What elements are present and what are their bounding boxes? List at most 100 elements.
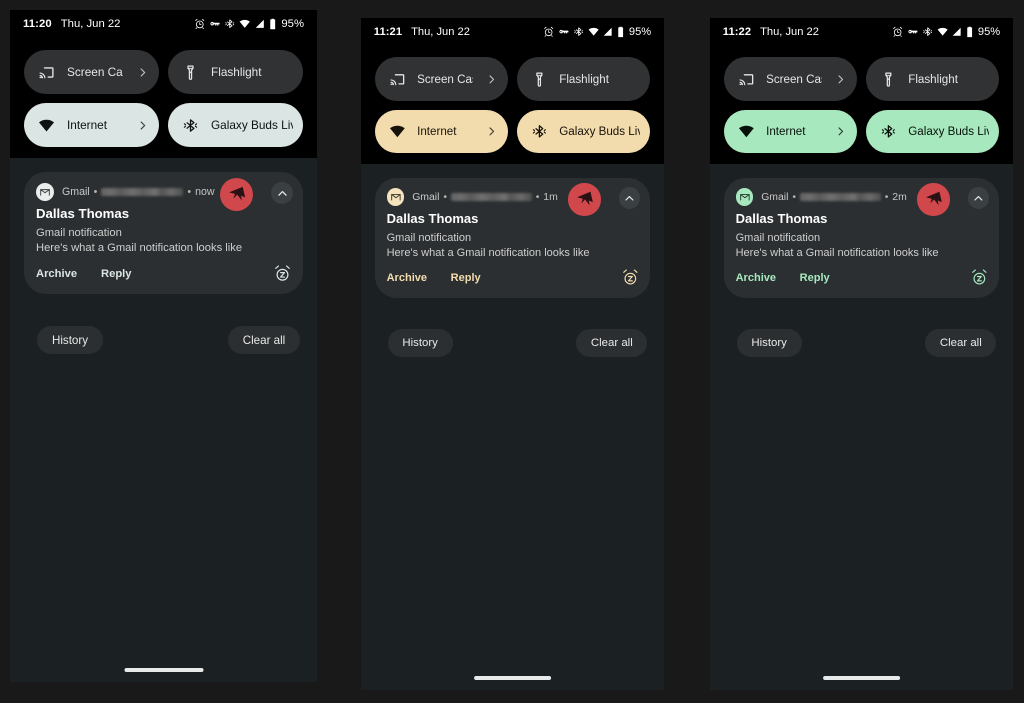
status-bluetooth-icon [224,18,236,30]
notification-card[interactable]: Gmail • • 1m Dallas Thomas Gmail notific… [374,177,651,298]
gesture-navigation-bar[interactable] [124,668,203,672]
qs-tile-internet[interactable]: Internet [374,109,509,153]
notification-separator-1: • [443,191,448,203]
clear-all-button[interactable]: Clear all [228,326,300,354]
status-signal-icon [951,26,962,37]
history-button[interactable]: History [736,329,802,357]
notification-expand-button[interactable] [271,182,293,204]
status-time: 11:20 [23,18,52,30]
qs-tile-screen-cast[interactable]: Screen Cast [374,57,509,101]
notification-header: Gmail • • 2m [735,188,907,207]
notification-line-2: Here's what a Gmail notification looks l… [386,246,590,259]
notification-card[interactable]: Gmail • • now Dallas Thomas Gmail notifi… [24,172,303,294]
gmail-app-icon [36,183,54,201]
status-vpn-key-icon [907,26,918,37]
notification-action-archive[interactable]: Archive [736,272,776,284]
notification-header: Gmail • • 1m [386,188,558,207]
battery-percent: 95% [281,18,304,30]
bluetooth-icon [531,123,548,140]
status-alarm-icon [892,26,903,37]
qs-tile-galaxy-buds-liv[interactable]: Galaxy Buds Liv.. [865,109,1000,153]
qs-tile-internet[interactable]: Internet [24,103,159,147]
status-vpn-key-icon [209,18,221,30]
quick-settings-grid: Screen Cast Flashlight Internet [723,57,1000,153]
history-button[interactable]: History [37,326,103,354]
wifi-icon [38,117,55,134]
qs-tile-internet[interactable]: Internet [723,109,858,153]
notification-action-archive[interactable]: Archive [387,272,427,284]
gesture-navigation-bar[interactable] [473,676,552,681]
gesture-navigation-bar[interactable] [822,676,901,681]
chevron-right-icon[interactable] [833,72,847,86]
notification-action-reply[interactable]: Reply [451,272,481,284]
status-bar: 11:20 Thu, Jun 22 95% [10,10,317,38]
wifi-icon [738,123,755,140]
notification-actions: Archive Reply [36,268,156,280]
cast-icon [389,71,406,88]
notification-line-1: Gmail notification [735,231,821,244]
notification-line-2: Here's what a Gmail notification looks l… [36,242,243,254]
status-battery-icon [269,18,276,30]
qs-tile-flashlight[interactable]: Flashlight [168,50,303,94]
qs-tile-label: Flashlight [211,65,262,79]
status-time: 11:22 [722,25,752,38]
notification-separator-2: • [884,191,889,203]
notification-card[interactable]: Gmail • • 2m Dallas Thomas Gmail notific… [723,177,1000,298]
phone-panel-3: 11:22 Thu, Jun 22 95% Screen Ca Flashlig… [710,18,1013,690]
qs-tile-galaxy-buds-liv[interactable]: Galaxy Buds Liv.. [168,103,303,147]
notification-expand-button[interactable] [618,187,641,210]
notification-header: Gmail • • now [36,183,215,201]
status-wifi-icon [937,26,948,37]
snooze-alarm-icon[interactable] [621,268,640,287]
notification-line-2: Here's what a Gmail notification looks l… [735,246,939,259]
notification-action-archive[interactable]: Archive [36,268,77,280]
notification-avatar [917,183,950,216]
qs-tile-screen-cast[interactable]: Screen Cast [723,57,858,101]
notification-avatar [220,178,253,211]
notification-action-reply[interactable]: Reply [101,268,131,280]
wifi-icon [389,123,406,140]
notification-expand-button[interactable] [967,187,990,210]
snooze-alarm-icon[interactable] [970,268,989,287]
qs-tile-flashlight[interactable]: Flashlight [516,57,651,101]
bluetooth-icon [182,117,199,134]
qs-tile-label: Screen Cast [766,72,822,86]
qs-tile-flashlight[interactable]: Flashlight [865,57,1000,101]
status-bar: 11:22 Thu, Jun 22 95% [710,18,1013,46]
status-icons: 95% [194,18,304,30]
status-date: Thu, Jun 22 [411,25,470,38]
status-battery-icon [966,26,973,38]
battery-percent: 95% [628,25,652,38]
gmail-app-icon [386,188,405,207]
qs-tile-label: Internet [417,124,457,138]
chevron-right-icon[interactable] [135,65,149,79]
notification-shade: Gmail • • 2m Dallas Thomas Gmail notific… [716,170,1007,319]
snooze-alarm-icon[interactable] [273,264,292,283]
status-date: Thu, Jun 22 [760,25,819,38]
status-bar: 11:21 Thu, Jun 22 95% [361,18,664,46]
quick-settings-grid: Screen Cast Flashlight Internet [374,57,651,153]
chevron-right-icon[interactable] [484,72,498,86]
clear-all-button[interactable]: Clear all [925,329,997,357]
qs-tile-label: Galaxy Buds Liv.. [211,118,293,132]
qs-tile-galaxy-buds-liv[interactable]: Galaxy Buds Liv.. [516,109,651,153]
notification-shade: Gmail • • now Dallas Thomas Gmail notifi… [17,165,310,315]
notification-time: 1m [543,191,558,203]
chevron-right-icon[interactable] [484,124,498,138]
chevron-right-icon[interactable] [135,118,149,132]
notification-shade: Gmail • • 1m Dallas Thomas Gmail notific… [367,170,658,319]
notification-action-reply[interactable]: Reply [800,272,830,284]
qs-tile-label: Internet [766,124,806,138]
qs-tile-label: Galaxy Buds Liv.. [908,124,990,138]
qs-tile-screen-cast[interactable]: Screen Cast [24,50,159,94]
history-button[interactable]: History [387,329,453,357]
status-battery-icon [617,26,624,38]
notification-app-name: Gmail [62,186,90,198]
clear-all-button[interactable]: Clear all [576,329,648,357]
notification-sender-redacted [450,193,532,202]
notification-actions: Archive Reply [387,272,505,284]
status-bluetooth-icon [573,26,584,37]
chevron-right-icon[interactable] [833,124,847,138]
qs-tile-label: Screen Cast [67,65,123,79]
notification-line-1: Gmail notification [36,227,122,239]
